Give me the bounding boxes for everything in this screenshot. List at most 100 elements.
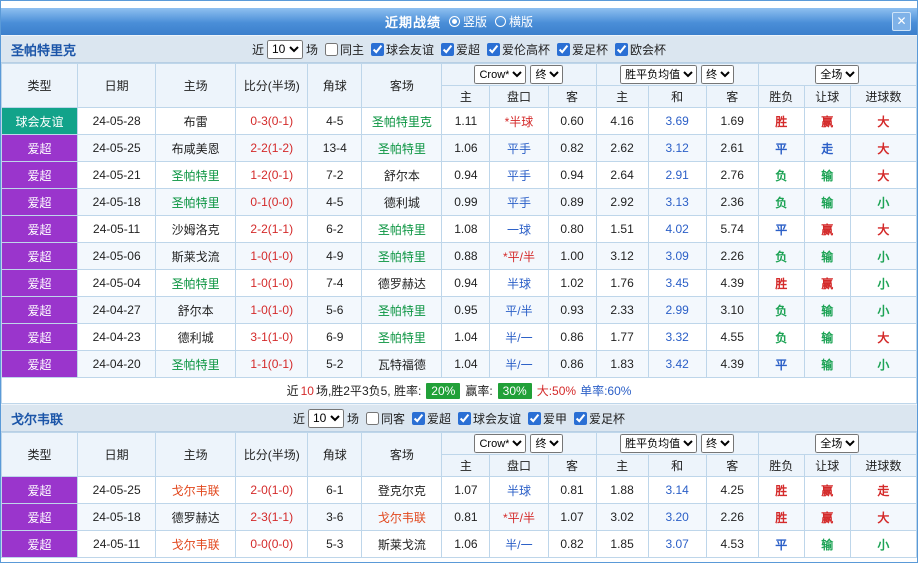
sub-column-header: 让球 xyxy=(804,86,850,108)
result-goals: 小 xyxy=(850,189,916,216)
column-header: 客场 xyxy=(362,64,442,108)
competition-checkbox[interactable] xyxy=(487,43,500,56)
corner-count: 7-2 xyxy=(308,162,362,189)
euro-final-select[interactable]: 终 xyxy=(701,65,734,84)
odds-company-select[interactable]: Crow* xyxy=(474,65,526,84)
away-team: 舒尔本 xyxy=(362,162,442,189)
result-handicap: 赢 xyxy=(804,216,850,243)
result-handicap: 输 xyxy=(804,243,850,270)
euro-away-odds: 4.25 xyxy=(706,477,758,504)
horizontal-layout-label: 横版 xyxy=(509,13,533,30)
result-goals: 大 xyxy=(850,108,916,135)
table-row: 爱超24-04-27舒尔本1-0(1-0)5-6圣帕特里0.95平/半0.932… xyxy=(2,297,917,324)
odds-company-select[interactable]: Crow* xyxy=(474,434,526,453)
summary-win-rate-badge: 20% xyxy=(426,383,460,399)
ah-line: 半/一 xyxy=(490,351,548,378)
home-team: 舒尔本 xyxy=(156,297,236,324)
match-score: 3-1(1-0) xyxy=(236,324,308,351)
competition-checkbox[interactable] xyxy=(557,43,570,56)
competition-label: 爱甲 xyxy=(543,410,567,427)
competition-checkbox[interactable] xyxy=(458,412,471,425)
euro-away-odds: 2.76 xyxy=(706,162,758,189)
close-button[interactable]: ✕ xyxy=(892,12,911,31)
euro-home-odds: 1.76 xyxy=(596,270,648,297)
competition-checkbox[interactable] xyxy=(412,412,425,425)
odds-final-select[interactable]: 终 xyxy=(530,434,563,453)
match-type-badge: 爱超 xyxy=(2,477,78,504)
filter-bar: 近10场同主球会友谊爱超爱伦高杯爱足杯欧会杯 xyxy=(252,40,666,59)
ah-home-odds: 0.88 xyxy=(442,243,490,270)
sub-column-header: 主 xyxy=(596,455,648,477)
match-type-badge: 爱超 xyxy=(2,270,78,297)
result-goals: 小 xyxy=(850,531,916,558)
competition-checkbox[interactable] xyxy=(371,43,384,56)
euro-away-odds: 5.74 xyxy=(706,216,758,243)
euro-draw-odds: 3.32 xyxy=(648,324,706,351)
odds-final-select[interactable]: 终 xyxy=(530,65,563,84)
ah-home-odds: 1.04 xyxy=(442,324,490,351)
recent-count-select[interactable]: 10 xyxy=(267,40,303,59)
euro-draw-odds: 3.45 xyxy=(648,270,706,297)
away-team: 瓦特福德 xyxy=(362,351,442,378)
venue-checkbox[interactable] xyxy=(366,412,379,425)
ah-line: 半/一 xyxy=(490,324,548,351)
ah-line: *半球 xyxy=(490,108,548,135)
summary-cover-rate-badge: 30% xyxy=(498,383,532,399)
competition-label: 爱超 xyxy=(427,410,451,427)
venue-label: 同主 xyxy=(340,41,364,58)
euro-avg-select[interactable]: 胜平负均值 xyxy=(620,434,697,453)
euro-final-select[interactable]: 终 xyxy=(701,434,734,453)
table-row: 爱超24-05-25戈尔韦联2-0(1-0)6-1登克尔克1.07半球0.811… xyxy=(2,477,917,504)
match-date: 24-05-11 xyxy=(78,216,156,243)
corner-count: 5-3 xyxy=(308,531,362,558)
result-goals: 大 xyxy=(850,216,916,243)
header-row-1: 类型日期主场比分(半场)角球客场Crow*终胜平负均值终全场 xyxy=(2,64,917,86)
summary-cover-label: 赢率: xyxy=(465,384,492,398)
section-header: 戈尔韦联近10场同客爱超球会友谊爱甲爱足杯 xyxy=(1,404,917,432)
team-name: 圣帕特里克 xyxy=(11,40,76,59)
ah-home-odds: 1.04 xyxy=(442,351,490,378)
ah-away-odds: 0.81 xyxy=(548,477,596,504)
corner-count: 7-4 xyxy=(308,270,362,297)
result-goals: 走 xyxy=(850,477,916,504)
table-row: 爱超24-05-11沙姆洛克2-2(1-1)6-2圣帕特里1.08一球0.801… xyxy=(2,216,917,243)
euro-home-odds: 3.12 xyxy=(596,243,648,270)
competition-checkbox[interactable] xyxy=(528,412,541,425)
ah-home-odds: 0.95 xyxy=(442,297,490,324)
euro-avg-select[interactable]: 胜平负均值 xyxy=(620,65,697,84)
vertical-layout-option[interactable]: 竖版 xyxy=(449,13,487,30)
column-header: 客场 xyxy=(362,433,442,477)
ah-line: 平手 xyxy=(490,135,548,162)
summary-odd-rate: 单率:60% xyxy=(580,384,631,398)
competition-checkbox[interactable] xyxy=(441,43,454,56)
match-score: 0-0(0-0) xyxy=(236,531,308,558)
venue-checkbox[interactable] xyxy=(325,43,338,56)
scope-select[interactable]: 全场 xyxy=(815,434,859,453)
games-label: 场 xyxy=(306,41,318,58)
ah-line: 半/一 xyxy=(490,531,548,558)
competition-checkbox[interactable] xyxy=(615,43,628,56)
column-header: 主场 xyxy=(156,433,236,477)
recent-count-select[interactable]: 10 xyxy=(308,409,344,428)
match-type-badge: 爱超 xyxy=(2,216,78,243)
match-date: 24-05-04 xyxy=(78,270,156,297)
match-date: 24-05-28 xyxy=(78,108,156,135)
vertical-layout-radio[interactable] xyxy=(449,16,460,27)
horizontal-layout-option[interactable]: 横版 xyxy=(495,13,533,30)
summary-record-text: 场,胜2平3负5, 胜率: xyxy=(316,384,421,398)
euro-draw-odds: 3.12 xyxy=(648,135,706,162)
euro-away-odds: 3.10 xyxy=(706,297,758,324)
result-group-header: 全场 xyxy=(758,64,916,86)
match-type-badge: 爱超 xyxy=(2,297,78,324)
euro-home-odds: 1.83 xyxy=(596,351,648,378)
competition-checkbox[interactable] xyxy=(574,412,587,425)
horizontal-layout-radio[interactable] xyxy=(495,16,506,27)
euro-home-odds: 1.85 xyxy=(596,531,648,558)
match-date: 24-05-06 xyxy=(78,243,156,270)
competition-label: 球会友谊 xyxy=(386,41,434,58)
summary-near-label: 近 xyxy=(287,384,299,398)
match-type-badge: 爱超 xyxy=(2,531,78,558)
match-date: 24-05-21 xyxy=(78,162,156,189)
filter-bar: 近10场同客爱超球会友谊爱甲爱足杯 xyxy=(293,409,625,428)
scope-select[interactable]: 全场 xyxy=(815,65,859,84)
